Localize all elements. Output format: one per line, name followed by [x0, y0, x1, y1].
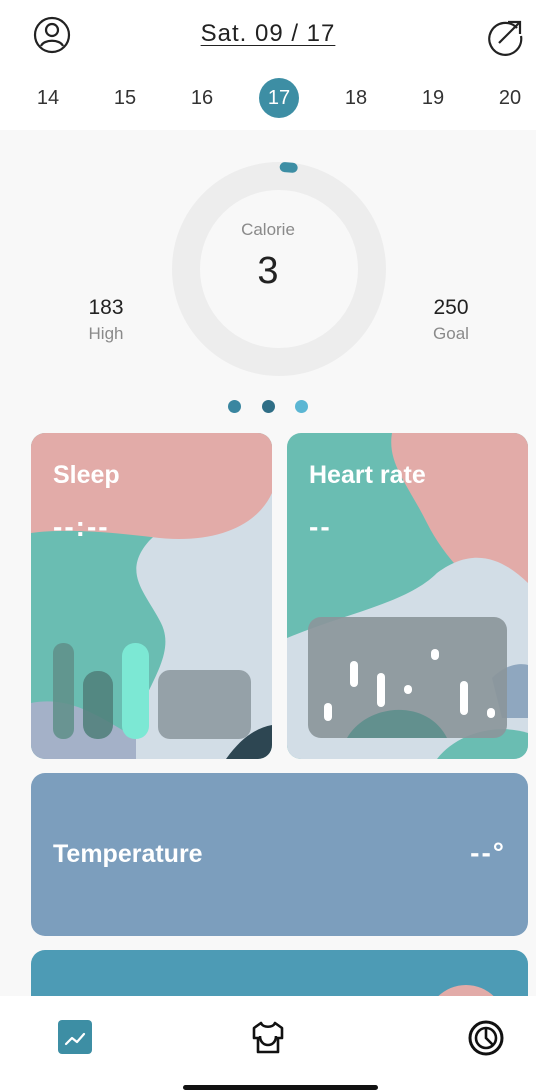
goal-value: 250	[433, 296, 469, 319]
sleep-value: --:--	[53, 511, 110, 542]
high-value: 183	[88, 296, 124, 319]
page-dot-1[interactable]	[228, 400, 242, 413]
dashboard-content[interactable]: Calorie 3 183 High 250 Goal Sleep --:--	[0, 130, 536, 996]
sleep-card[interactable]: Sleep --:--	[31, 433, 272, 759]
day-18[interactable]: 18	[336, 78, 376, 118]
heart-rate-card[interactable]: Heart rate --	[287, 433, 528, 759]
clock-icon[interactable]	[466, 1018, 506, 1058]
day-16[interactable]: 16	[182, 78, 222, 118]
high-label: High	[88, 324, 124, 343]
shirt-icon[interactable]	[248, 1018, 288, 1058]
calorie-label: Calorie	[241, 220, 295, 239]
temperature-title: Temperature	[53, 840, 203, 868]
day-14[interactable]: 14	[28, 78, 68, 118]
header: Sat. 09 / 17 14 15 16 17 18 19 20	[0, 0, 536, 130]
date-selector[interactable]: Sat. 09 / 17	[0, 20, 536, 48]
sleep-title: Sleep	[53, 461, 120, 489]
share-arrow-icon[interactable]	[486, 16, 526, 56]
page-dot-3-active[interactable]	[294, 400, 308, 413]
next-card-artwork	[438, 985, 494, 996]
day-19[interactable]: 19	[413, 78, 453, 118]
tab-bar	[0, 996, 536, 1090]
heart-rate-title: Heart rate	[309, 461, 426, 489]
day-20[interactable]: 20	[490, 78, 530, 118]
page-dot-2[interactable]	[261, 400, 275, 413]
temperature-value: --°	[470, 837, 506, 868]
day-15[interactable]: 15	[105, 78, 145, 118]
date-label[interactable]: Sat. 09 / 17	[201, 20, 336, 47]
calorie-value: 3	[257, 250, 279, 292]
day-17-selected[interactable]: 17	[259, 78, 299, 118]
trend-chart-icon[interactable]	[56, 1018, 96, 1058]
heart-rate-value: --	[309, 511, 332, 542]
temperature-card[interactable]: Temperature --°	[31, 773, 528, 936]
goal-label: Goal	[433, 324, 469, 343]
page-indicator[interactable]	[0, 400, 536, 414]
next-card-partial[interactable]	[31, 950, 528, 996]
home-indicator	[183, 1085, 378, 1090]
